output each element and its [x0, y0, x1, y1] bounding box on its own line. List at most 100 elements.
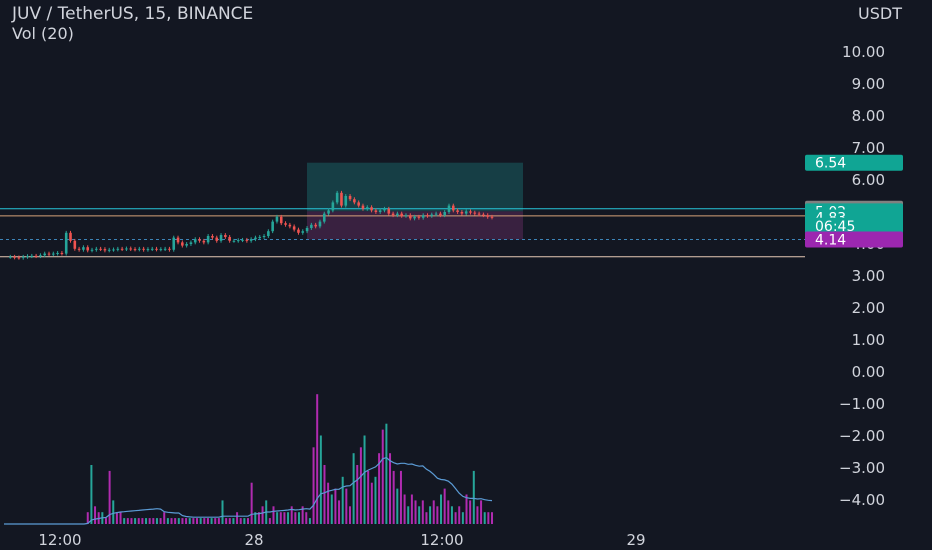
- volume-bar: [432, 500, 435, 524]
- candle-body: [301, 231, 305, 233]
- volume-bar: [316, 394, 319, 524]
- volume-bar: [152, 518, 155, 524]
- volume-bar: [123, 518, 126, 524]
- volume-bar: [414, 500, 417, 524]
- candle-body: [314, 224, 317, 227]
- candle-body: [189, 242, 193, 244]
- candle-body: [254, 237, 257, 240]
- volume-bar: [359, 447, 362, 524]
- volume-bar: [283, 512, 286, 524]
- volume-bar: [243, 518, 246, 524]
- candle-body: [215, 237, 219, 241]
- candle-body: [249, 239, 253, 241]
- candle-body: [443, 212, 446, 216]
- volume-bar: [250, 482, 253, 524]
- volume-bar: [177, 518, 180, 524]
- y-tick-label: 6.00: [852, 171, 885, 189]
- candle-body: [391, 213, 395, 216]
- y-tick-label: 3.00: [852, 267, 885, 285]
- x-tick-label: 29: [626, 531, 645, 549]
- volume-bar: [185, 518, 188, 524]
- volume-bar: [188, 518, 191, 524]
- candle-body: [348, 196, 352, 200]
- candle-body: [400, 213, 403, 216]
- volume-bar: [203, 518, 206, 524]
- volume-bar: [363, 435, 366, 524]
- volume-bar: [399, 470, 402, 524]
- volume-bar: [261, 506, 264, 524]
- price-chart[interactable]: 10.009.008.007.006.005.004.003.002.001.0…: [0, 0, 932, 550]
- candle-body: [168, 248, 171, 250]
- volume-bar: [345, 488, 348, 524]
- volume-bar: [174, 518, 177, 524]
- volume-bar: [374, 476, 377, 524]
- candle-body: [451, 205, 455, 211]
- candle-body: [374, 210, 378, 212]
- currency-label: USDT: [858, 4, 902, 23]
- volume-bar: [480, 500, 483, 524]
- candle-body: [322, 213, 326, 222]
- volume-bar: [348, 506, 351, 524]
- candle-body: [64, 232, 68, 254]
- volume-bar: [210, 518, 213, 524]
- volume-bar: [389, 453, 392, 524]
- volume-bar: [367, 470, 370, 524]
- candle-body: [193, 239, 197, 243]
- y-tick-label: 10.00: [842, 43, 885, 61]
- candle-body: [310, 224, 313, 228]
- volume-bar: [141, 518, 144, 524]
- candle-body: [86, 247, 90, 251]
- candle-body: [344, 196, 348, 206]
- volume-bar: [472, 470, 475, 524]
- volume-bar: [126, 518, 129, 524]
- candle-body: [378, 210, 382, 212]
- candle-body: [370, 207, 373, 211]
- candle-body: [206, 236, 210, 243]
- volume-bar: [487, 512, 490, 524]
- candle-body: [404, 215, 408, 217]
- candle-body: [39, 255, 42, 257]
- candle-body: [340, 192, 343, 206]
- candle-body: [396, 213, 399, 216]
- volume-bar: [297, 512, 300, 524]
- candle-body: [327, 210, 330, 214]
- volume-bar: [458, 506, 461, 524]
- candle-body: [133, 249, 137, 251]
- volume-bar: [214, 518, 217, 524]
- candle-body: [9, 256, 12, 258]
- volume-bar: [319, 435, 322, 524]
- volume-bar: [465, 494, 468, 524]
- candle-body: [460, 212, 464, 214]
- volume-bar: [352, 453, 355, 524]
- volume-bar: [104, 518, 107, 524]
- candle-body: [236, 240, 240, 242]
- candle-body: [138, 248, 141, 250]
- candle-body: [447, 205, 451, 212]
- candle-body: [142, 248, 145, 250]
- candle-body: [271, 221, 274, 232]
- volume-bar: [338, 500, 341, 524]
- candle-body: [155, 248, 158, 250]
- candle-body: [486, 215, 489, 217]
- volume-bar: [268, 518, 271, 524]
- candle-body: [181, 242, 184, 246]
- volume-bar: [276, 512, 279, 524]
- volume-bar: [308, 518, 311, 524]
- candle-body: [279, 216, 283, 224]
- candle-body: [331, 202, 335, 211]
- candle-body: [430, 214, 434, 216]
- candle-body: [26, 256, 29, 258]
- candle-body: [159, 249, 163, 251]
- candle-body: [125, 248, 128, 250]
- candle-body: [267, 231, 270, 236]
- candle-body: [262, 236, 266, 237]
- volume-bar: [94, 506, 97, 524]
- candle-body: [288, 224, 292, 227]
- candle-body: [99, 248, 102, 250]
- volume-bar: [206, 518, 209, 524]
- candle-body: [21, 256, 25, 258]
- x-tick-label: 12:00: [38, 531, 81, 549]
- candle-body: [383, 208, 386, 211]
- candle-body: [116, 248, 120, 250]
- candle-body: [456, 210, 459, 212]
